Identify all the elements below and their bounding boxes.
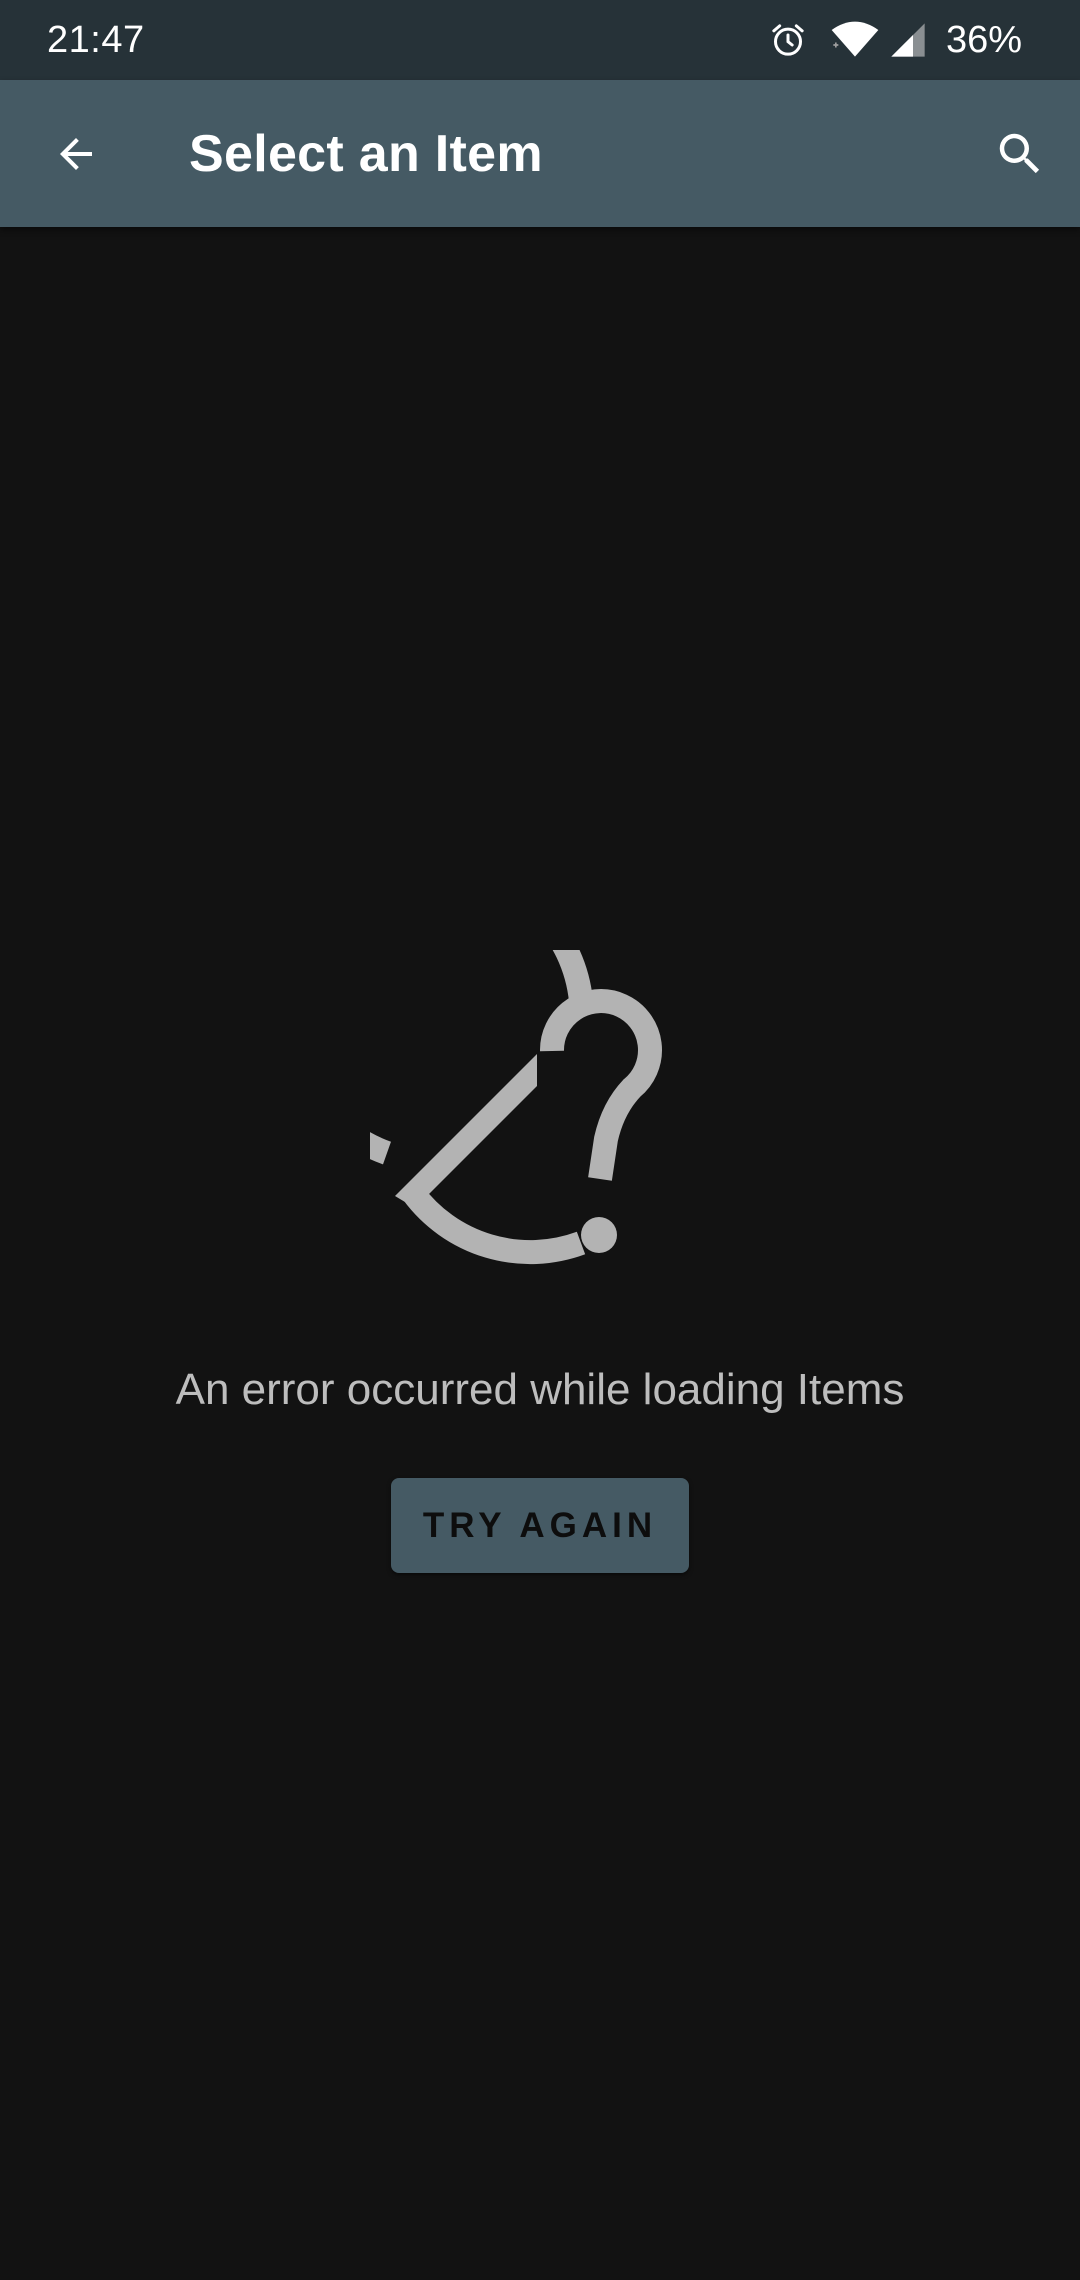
alarm-icon xyxy=(768,20,808,60)
cellular-signal-icon xyxy=(888,20,928,60)
status-icons: 36% xyxy=(768,16,1022,64)
error-message: An error occurred while loading Items xyxy=(175,1365,905,1414)
status-bar: 21:47 36% xyxy=(0,0,1080,80)
error-question-icon xyxy=(370,950,662,1265)
battery-percentage: 36% xyxy=(945,19,1022,61)
try-again-button[interactable]: TRY AGAIN xyxy=(391,1478,689,1573)
screen: 21:47 36% Select an Item An error occurr… xyxy=(0,0,1080,2280)
status-time: 21:47 xyxy=(47,19,145,61)
page-title: Select an Item xyxy=(189,125,543,183)
arrow-back-icon xyxy=(60,138,92,170)
search-icon xyxy=(999,133,1040,174)
wifi-icon xyxy=(830,20,880,60)
app-bar: Select an Item xyxy=(0,80,1080,227)
search-button[interactable] xyxy=(978,112,1062,196)
back-button[interactable] xyxy=(36,114,116,194)
